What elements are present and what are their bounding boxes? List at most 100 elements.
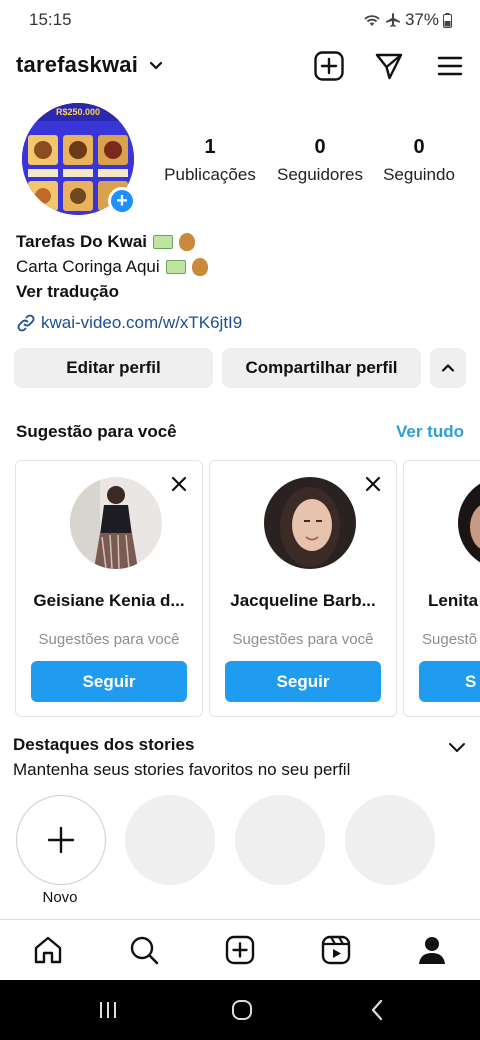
nav-reels[interactable] [312,926,360,974]
bio-text: Carta Coringa Aqui [16,256,160,276]
home-circle-icon [232,1000,252,1020]
hamburger-menu-icon [437,56,463,76]
suggestion-avatar[interactable] [70,477,162,569]
suggestion-subtitle: Sugestõ [422,631,478,648]
link-icon [17,314,35,331]
battery-icon [443,12,452,28]
close-icon [171,476,187,492]
plus-icon [47,826,75,854]
avatar-caption: R$250.000 [56,107,100,117]
add-story-plus-icon[interactable]: + [108,187,136,215]
money-emoji-icon [165,259,186,274]
bio-name-line: Tarefas Do Kwai [16,229,456,254]
status-time: 15:15 [29,10,72,29]
stat-posts-value: 1 [204,136,216,158]
suggestion-name[interactable]: Jacqueline Barb... [220,591,386,611]
profile-name: Tarefas Do Kwai [16,231,148,251]
stat-followers[interactable]: 0 Seguidores [272,136,368,185]
toggle-suggestions-button[interactable] [430,348,466,388]
stat-following-label: Seguindo [383,165,455,184]
suggestion-photo [264,477,356,569]
stat-following[interactable]: 0 Seguindo [378,136,460,185]
stat-followers-value: 0 [314,136,326,158]
suggestion-avatar[interactable] [264,477,356,569]
highlights-title: Destaques dos stories [13,735,195,754]
suggestion-photo [70,477,162,569]
suggestions-title: Sugestão para você [16,422,177,441]
highlight-placeholder [235,795,325,885]
plus-square-icon [314,51,344,81]
menu-button[interactable] [434,50,466,82]
profile-link-text: kwai-video.com/w/xTK6jtI9 [41,312,243,332]
bio-text-line: Carta Coringa Aqui [16,254,456,279]
money-emoji-icon [153,234,174,249]
status-icons: 37% [363,10,452,30]
new-highlight-button[interactable] [16,795,106,885]
see-all-link[interactable]: Ver tudo [396,422,464,442]
create-post-button[interactable] [313,50,345,82]
money-bag-emoji-icon [179,232,196,251]
new-highlight-label: Novo [42,889,78,906]
suggestion-subtitle: Sugestões para você [232,631,374,648]
share-profile-button[interactable]: Compartilhar perfil [222,348,421,388]
suggestion-photo [458,477,480,569]
status-bar: 15:15 37% [0,0,480,40]
nav-home[interactable] [24,926,72,974]
nav-profile[interactable] [408,926,456,974]
nav-create[interactable] [216,926,264,974]
stat-followers-label: Seguidores [276,165,363,184]
back-system-button[interactable] [364,997,390,1023]
chevron-down-icon [449,743,465,752]
edit-profile-button[interactable]: Editar perfil [14,348,213,388]
battery-percent: 37% [404,10,439,29]
suggestions-carousel[interactable]: Geisiane Kenia d... Sugestões para você … [15,460,480,718]
profile-link[interactable]: kwai-video.com/w/xTK6jtI9 [16,310,456,335]
suggestion-card: Geisiane Kenia d... Sugestões para você … [15,460,203,717]
money-bag-emoji-icon [191,257,208,276]
highlights-subtitle: Mantenha seus stories favoritos no seu p… [13,760,351,779]
suggestion-card: Lenita Sugestõ S [403,460,480,717]
collapse-highlights-button[interactable] [446,736,468,758]
threads-button[interactable] [373,50,405,82]
profile-avatar[interactable]: R$250.000 + [22,103,136,217]
stat-posts[interactable]: 1 Publicações [159,136,261,185]
follow-button[interactable]: S [419,661,480,702]
system-navigation-bar [0,980,480,1040]
send-icon [375,53,403,80]
suggestion-name[interactable]: Geisiane Kenia d... [26,591,192,611]
suggestion-subtitle: Sugestões para você [38,631,180,648]
home-icon [34,936,62,964]
chevron-up-icon [441,364,455,372]
reels-icon [321,935,351,965]
bottom-navigation [0,920,480,980]
nav-search[interactable] [120,926,168,974]
translation-line: Ver tradução [16,279,456,304]
dismiss-suggestion-button[interactable] [168,473,190,495]
profile-icon [419,937,445,964]
home-system-button[interactable] [229,997,255,1023]
airplane-icon [385,13,400,27]
stat-following-value: 0 [413,136,425,158]
recent-apps-button[interactable] [95,997,121,1023]
wifi-icon [364,15,380,26]
back-chevron-icon [371,999,383,1021]
profile-header: tarefaskwai [0,44,480,88]
see-translation-link[interactable]: Ver tradução [16,282,119,302]
stat-posts-label: Publicações [164,165,256,184]
bio-section: Tarefas Do Kwai Carta Coringa Aqui Ver t… [16,229,456,335]
follow-button[interactable]: Seguir [225,661,381,702]
follow-button[interactable]: Seguir [31,661,187,702]
highlight-placeholder [125,795,215,885]
suggestion-avatar[interactable] [458,477,480,569]
recent-apps-icon [100,1002,116,1018]
dismiss-suggestion-button[interactable] [362,473,384,495]
account-switcher[interactable]: tarefaskwai [16,52,164,78]
suggestion-name[interactable]: Lenita [428,591,480,611]
close-icon [365,476,381,492]
username: tarefaskwai [16,52,139,77]
suggestion-card: Jacqueline Barb... Sugestões para você S… [209,460,397,717]
chevron-down-icon [149,61,163,70]
search-icon [130,936,159,965]
plus-square-icon [225,935,255,965]
highlight-placeholder [345,795,435,885]
